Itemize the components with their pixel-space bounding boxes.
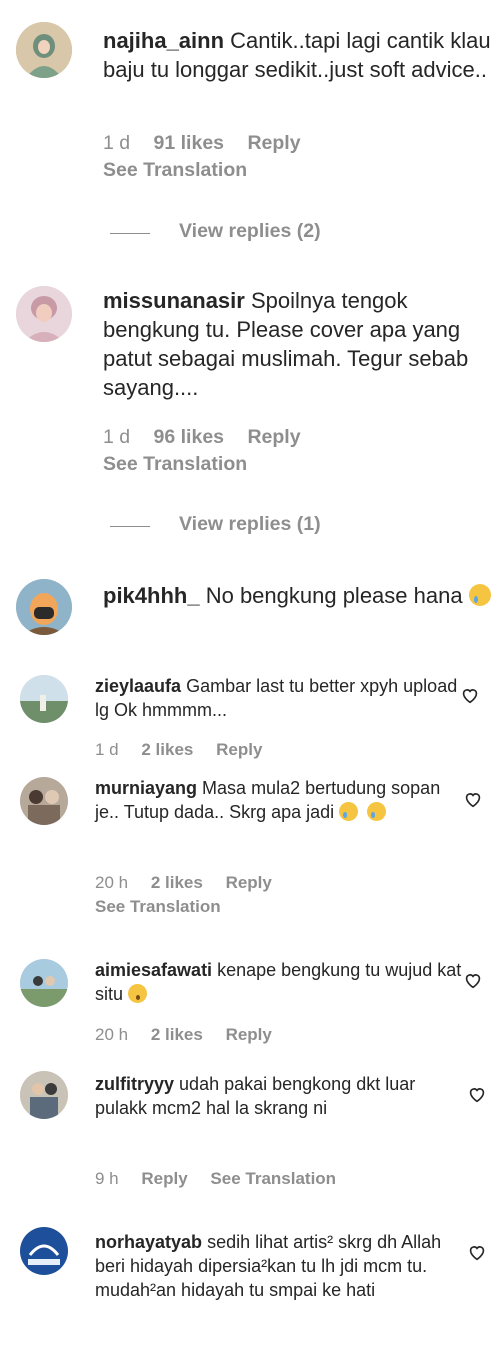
avatar[interactable] — [20, 1071, 68, 1119]
crying-face-icon — [339, 801, 359, 821]
comment-likes[interactable]: 96 likes — [154, 426, 224, 448]
comment-text: missunanasir Spoilnya tengok bengkung tu… — [103, 286, 493, 402]
avatar[interactable] — [20, 777, 68, 825]
like-heart-icon[interactable] — [462, 969, 484, 991]
avatar[interactable] — [16, 22, 72, 78]
reply-button[interactable]: Reply — [247, 132, 300, 154]
comment-text: aimiesafawati kenape bengkung tu wujud k… — [95, 959, 465, 1007]
comment-item: zulfitryyy udah pakai bengkong dkt luar … — [0, 1055, 500, 1205]
avatar[interactable] — [20, 1227, 68, 1275]
see-translation-button[interactable]: See Translation — [95, 897, 221, 917]
comment-username[interactable]: zulfitryyy — [95, 1074, 174, 1094]
comment-username[interactable]: murniayang — [95, 778, 197, 798]
see-translation-button[interactable]: See Translation — [103, 453, 247, 476]
comment-item: murniayang Masa mula2 bertudung sopan je… — [0, 755, 500, 945]
crying-face-icon — [468, 584, 491, 606]
comment-username[interactable]: zieylaaufa — [95, 676, 181, 696]
comment-text: zulfitryyy udah pakai bengkong dkt luar … — [95, 1073, 465, 1121]
reply-button[interactable]: Reply — [141, 1169, 187, 1188]
comment-time: 1 d — [103, 426, 131, 448]
comment-username[interactable]: najiha_ainn — [103, 28, 224, 53]
comment-text: norhayatyab sedih lihat artis² skrg dh A… — [95, 1231, 465, 1302]
comment-text: pik4hhh_ No bengkung please hana — [103, 581, 493, 610]
comment-text: murniayang Masa mula2 bertudung sopan je… — [95, 777, 465, 825]
reply-button[interactable]: Reply — [226, 1025, 272, 1044]
comment-username[interactable]: pik4hhh_ — [103, 583, 200, 608]
comment-likes[interactable]: 2 likes — [151, 1025, 203, 1044]
avatar[interactable] — [16, 579, 72, 635]
comment-username[interactable]: norhayatyab — [95, 1232, 202, 1252]
comment-time: 20 h — [95, 873, 129, 892]
view-replies-button[interactable]: View replies (1) — [179, 513, 321, 536]
comment-username[interactable]: aimiesafawati — [95, 960, 212, 980]
view-replies-button[interactable]: View replies (2) — [179, 220, 321, 243]
see-translation-button[interactable]: See Translation — [210, 1169, 336, 1188]
crying-face-icon — [367, 801, 387, 821]
comment-item: norhayatyab sedih lihat artis² skrg dh A… — [0, 1205, 500, 1351]
see-translation-button[interactable]: See Translation — [103, 159, 247, 182]
comment-item: najiha_ainn Cantik..tapi lagi cantik kla… — [0, 0, 500, 260]
comment-time: 20 h — [95, 1025, 129, 1044]
comment-username[interactable]: missunanasir — [103, 288, 245, 313]
comment-text: zieylaaufa Gambar last tu better xpyh up… — [95, 675, 465, 723]
comment-item: pik4hhh_ No bengkung please hana — [0, 555, 500, 665]
comment-item: zieylaaufa Gambar last tu better xpyh up… — [0, 665, 500, 759]
like-heart-icon[interactable] — [466, 1241, 488, 1263]
reply-button[interactable]: Reply — [247, 426, 300, 448]
comment-body: No bengkung please hana — [205, 583, 463, 608]
comment-meta: 1 d 96 likes Reply — [103, 426, 319, 449]
comment-time: 1 d — [103, 132, 131, 154]
avatar[interactable] — [20, 675, 68, 723]
reply-button[interactable]: Reply — [226, 873, 272, 892]
like-heart-icon[interactable] — [459, 684, 481, 706]
view-replies-divider — [110, 526, 150, 527]
surprised-face-icon — [128, 983, 148, 1003]
comment-item: aimiesafawati kenape bengkung tu wujud k… — [0, 945, 500, 1055]
comment-meta: 20 h 2 likes Reply — [95, 873, 290, 893]
like-heart-icon[interactable] — [462, 788, 484, 810]
like-heart-icon[interactable] — [466, 1083, 488, 1105]
comment-meta: 9 h Reply See Translation — [95, 1169, 354, 1189]
comment-item: missunanasir Spoilnya tengok bengkung tu… — [0, 260, 500, 555]
comment-likes[interactable]: 91 likes — [154, 132, 224, 154]
view-replies-divider — [110, 233, 150, 234]
comment-likes[interactable]: 2 likes — [151, 873, 203, 892]
comment-time: 9 h — [95, 1169, 119, 1188]
avatar[interactable] — [20, 959, 68, 1007]
comment-text: najiha_ainn Cantik..tapi lagi cantik kla… — [103, 26, 493, 84]
comment-meta: 20 h 2 likes Reply — [95, 1025, 290, 1045]
comment-meta: 1 d 91 likes Reply — [103, 132, 319, 155]
avatar[interactable] — [16, 286, 72, 342]
